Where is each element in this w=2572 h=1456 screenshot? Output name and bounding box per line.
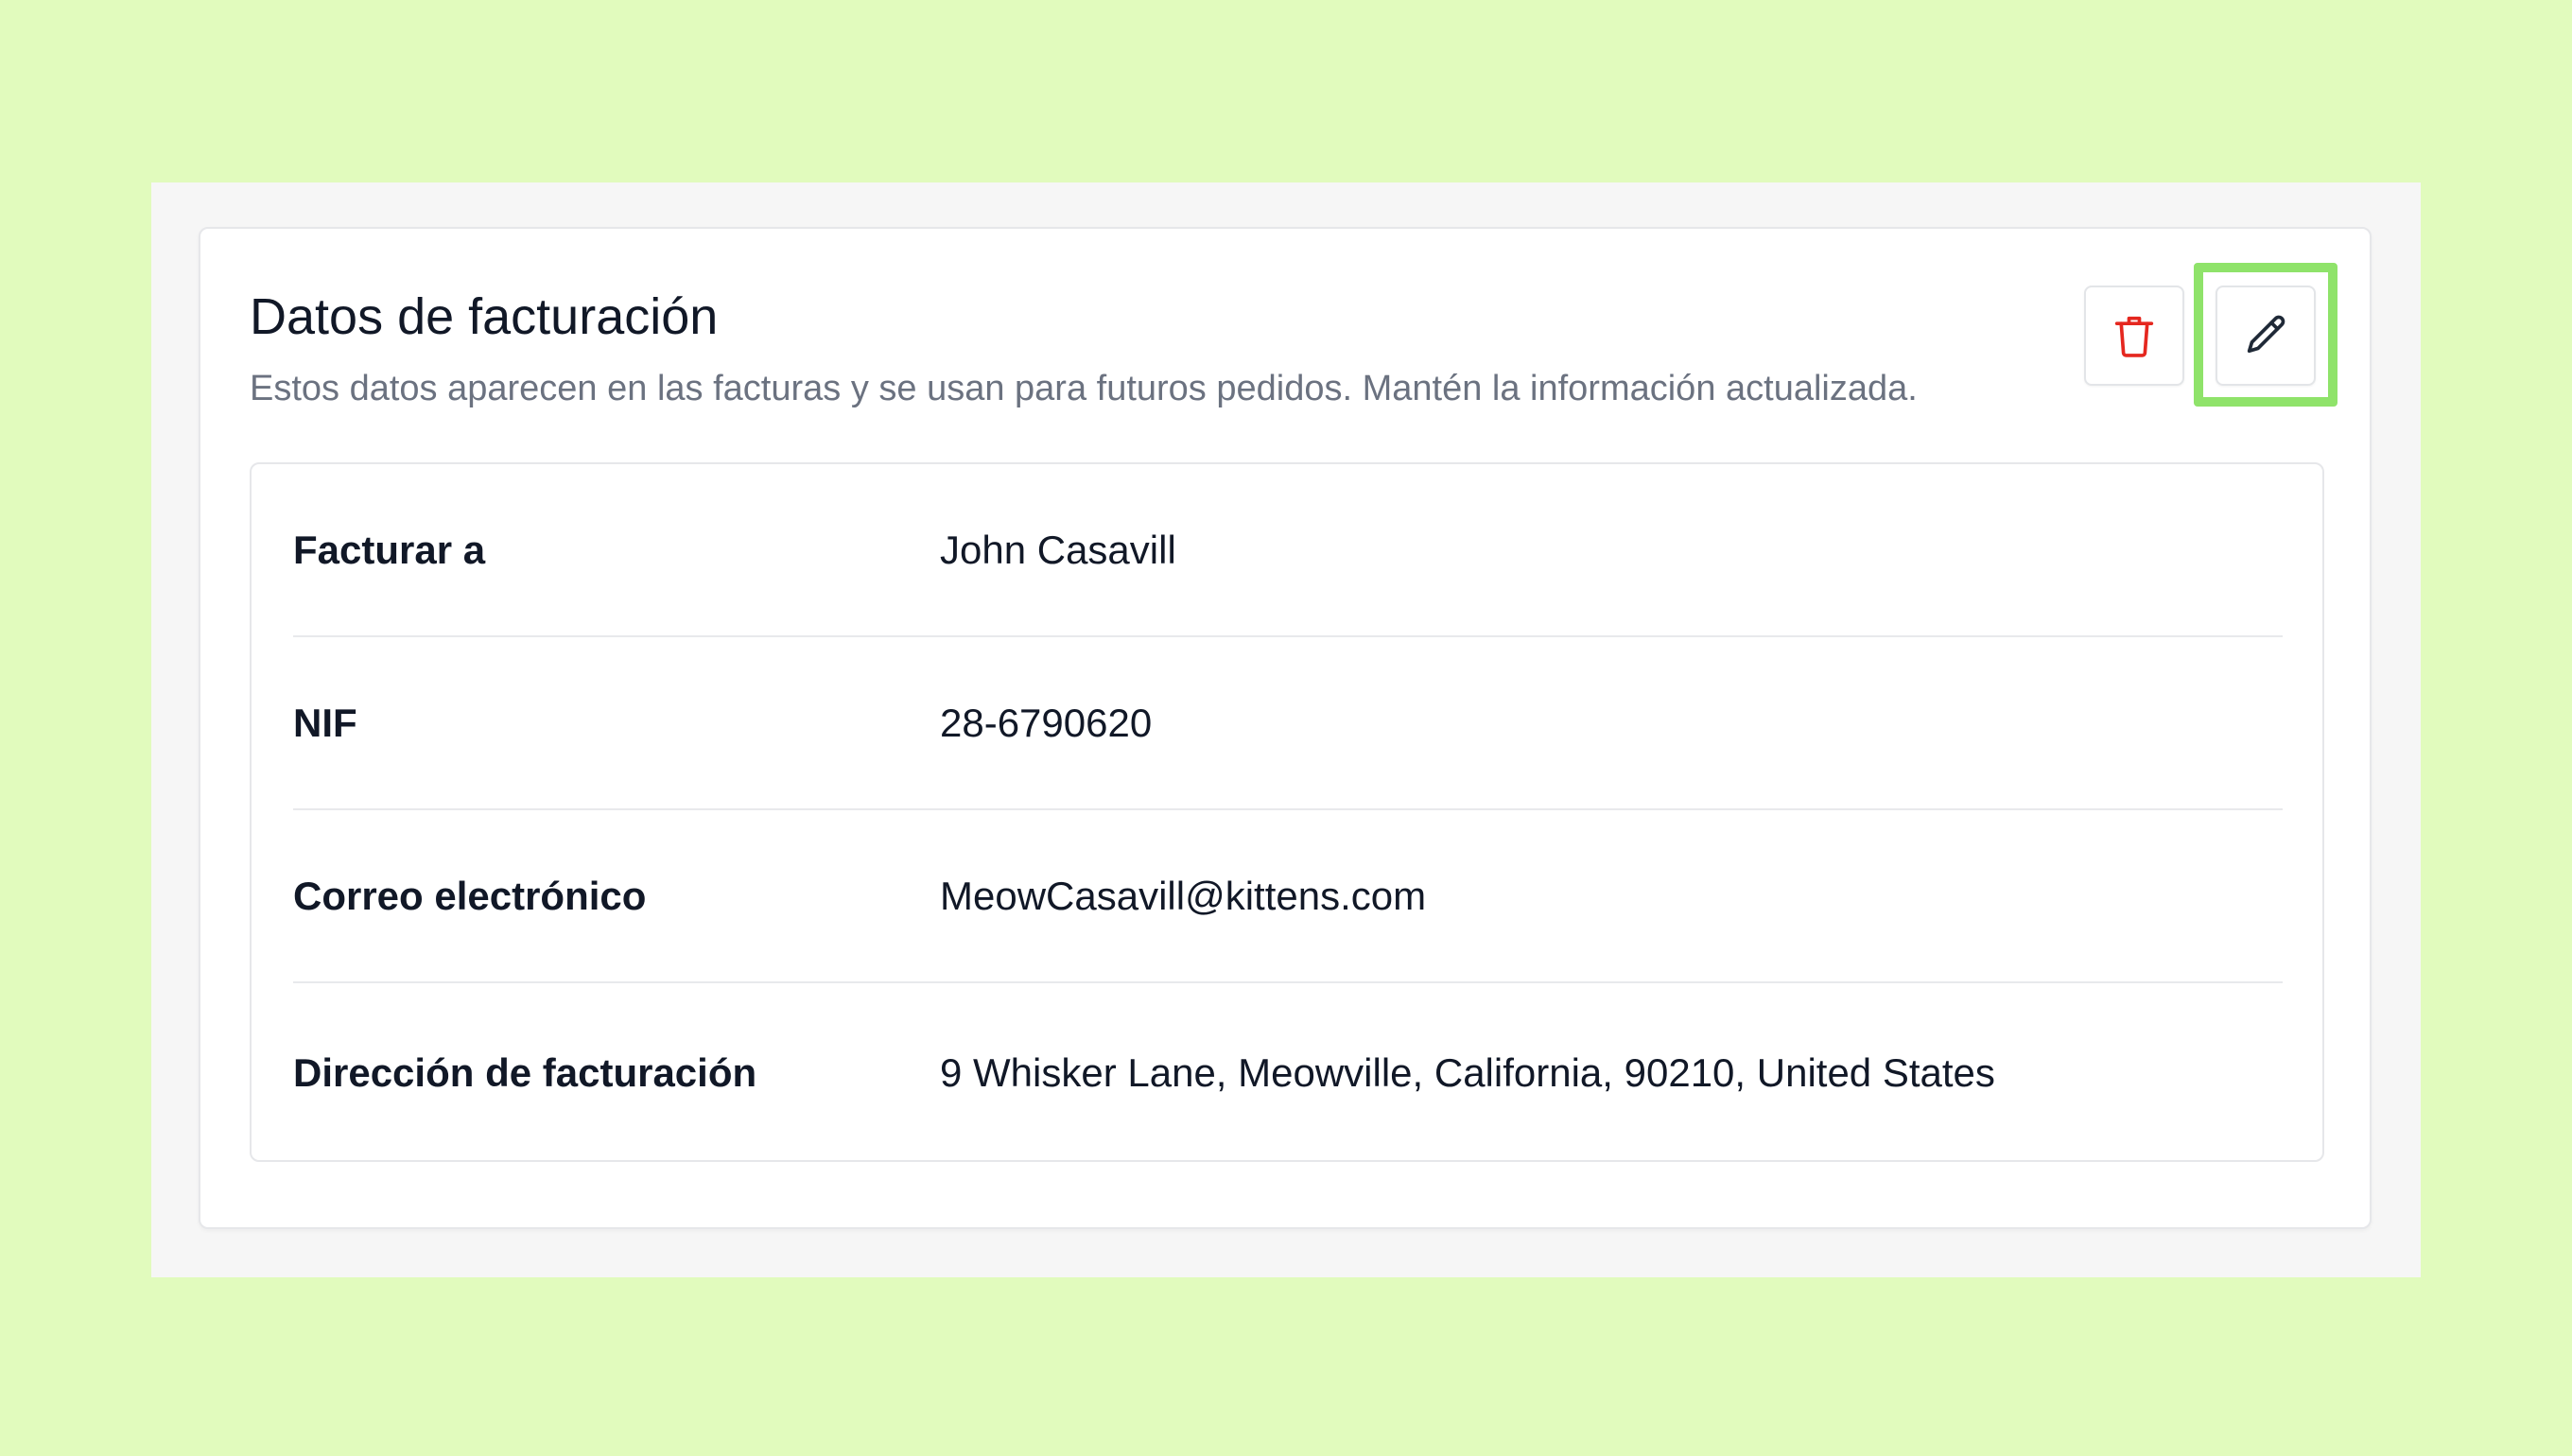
billing-details-list: Facturar a John Casavill NIF 28-6790620 … <box>250 462 2324 1162</box>
card-subtitle: Estos datos aparecen en las facturas y s… <box>250 369 1918 408</box>
detail-value: MeowCasavill@kittens.com <box>940 873 1427 918</box>
detail-row-email: Correo electrónico MeowCasavill@kittens.… <box>293 810 2283 983</box>
detail-label: NIF <box>293 700 357 745</box>
detail-label: Facturar a <box>293 527 486 572</box>
detail-label: Dirección de facturación <box>293 1049 757 1095</box>
trash-icon <box>2113 313 2155 358</box>
detail-row-bill-to: Facturar a John Casavill <box>293 464 2283 637</box>
pencil-icon <box>2241 311 2290 360</box>
detail-value: John Casavill <box>940 527 1176 572</box>
detail-label: Correo electrónico <box>293 873 647 918</box>
content-frame: Datos de facturación Estos datos aparece… <box>151 182 2421 1277</box>
edit-button[interactable] <box>2216 286 2316 386</box>
delete-button[interactable] <box>2084 286 2184 386</box>
detail-row-billing-address: Dirección de facturación 9 Whisker Lane,… <box>293 986 2283 1159</box>
detail-value: 9 Whisker Lane, Meowville, California, 9… <box>940 1049 1995 1095</box>
card-title: Datos de facturación <box>250 288 719 345</box>
billing-details-card: Datos de facturación Estos datos aparece… <box>199 227 2372 1229</box>
detail-row-tax-id: NIF 28-6790620 <box>293 637 2283 810</box>
detail-value: 28-6790620 <box>940 700 1153 745</box>
